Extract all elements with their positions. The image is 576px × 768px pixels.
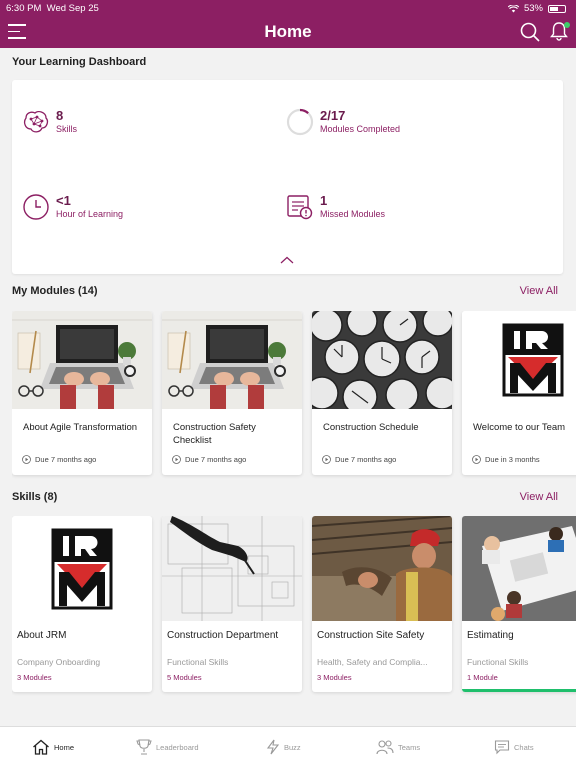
tab-teams-label: Teams xyxy=(398,742,421,752)
trophy-icon xyxy=(136,739,152,755)
dashboard-title: Your Learning Dashboard xyxy=(12,56,147,68)
tab-home[interactable]: Home xyxy=(32,739,74,755)
bottom-tab-bar: Home Leaderboard Buzz Teams Chats xyxy=(0,726,576,768)
skill-thumbnail xyxy=(12,516,152,621)
app-header: 6:30 PM Wed Sep 25 53% Home xyxy=(0,0,576,48)
module-due: Due 7 months ago xyxy=(22,455,96,464)
play-circle-icon xyxy=(472,455,481,464)
search-icon[interactable] xyxy=(520,22,540,42)
brain-icon xyxy=(24,111,49,133)
play-circle-icon xyxy=(22,455,31,464)
skill-module-count: 1 Module xyxy=(467,673,498,682)
stat-hours[interactable]: <1 Hour of Learning xyxy=(22,193,123,221)
skills-row: About JRM Company Onboarding 3 Modules C… xyxy=(12,516,576,696)
skill-thumbnail xyxy=(462,516,576,621)
modules-section-title: My Modules (14) xyxy=(12,285,98,297)
module-due: Due 7 months ago xyxy=(172,455,246,464)
modules-completed-label: Modules Completed xyxy=(320,124,401,134)
modules-completed-count: 2/17 xyxy=(320,108,346,123)
skill-progress-bar xyxy=(462,689,576,692)
missed-doc-icon xyxy=(287,195,313,220)
skill-card[interactable]: Construction Site Safety Health, Safety … xyxy=(312,516,452,692)
tab-buzz[interactable]: Buzz xyxy=(266,739,301,755)
page-title: Home xyxy=(264,22,312,41)
missed-modules-count: 1 xyxy=(320,193,328,208)
skills-count: 8 xyxy=(56,108,64,123)
status-time-date: 6:30 PM Wed Sep 25 xyxy=(6,3,99,14)
module-thumbnail xyxy=(462,311,576,409)
missed-modules-label: Missed Modules xyxy=(320,209,386,219)
skill-card[interactable]: Estimating Functional Skills 1 Module xyxy=(462,516,576,692)
clock-icon xyxy=(23,194,49,220)
tab-home-label: Home xyxy=(54,742,75,752)
module-card[interactable]: About Agile Transformation Due 7 months … xyxy=(12,311,152,475)
skill-card[interactable]: Construction Department Functional Skill… xyxy=(162,516,302,692)
battery-percent: 53% xyxy=(523,3,543,14)
chevron-up-icon[interactable] xyxy=(280,256,294,264)
stat-missed-modules[interactable]: 1 Missed Modules xyxy=(286,193,385,221)
module-thumbnail xyxy=(162,311,302,409)
skill-category: Functional Skills xyxy=(167,657,229,667)
module-thumbnail xyxy=(12,311,152,409)
skill-category: Health, Safety and Complia... xyxy=(317,657,428,667)
modules-row: About Agile Transformation Due 7 months … xyxy=(12,311,576,481)
skill-category: Company Onboarding xyxy=(17,657,101,667)
wifi-icon xyxy=(507,4,519,12)
module-title: Construction Schedule xyxy=(323,422,419,433)
skill-thumbnail xyxy=(312,516,452,621)
chat-icon xyxy=(494,740,510,755)
skill-title: Construction Department xyxy=(167,630,279,641)
skill-thumbnail xyxy=(162,516,302,621)
home-icon xyxy=(33,739,49,755)
module-title: Welcome to our Team xyxy=(473,422,566,433)
skill-title: Construction Site Safety xyxy=(317,630,425,641)
status-bar: 6:30 PM Wed Sep 25 53% xyxy=(0,0,576,16)
tab-chats[interactable]: Chats xyxy=(494,739,534,755)
tab-leaderboard-label: Leaderboard xyxy=(156,742,199,752)
module-due: Due 7 months ago xyxy=(322,455,396,464)
play-circle-icon xyxy=(322,455,331,464)
skill-module-count: 5 Modules xyxy=(167,673,202,682)
module-title: About Agile Transformation xyxy=(23,422,138,433)
learning-dashboard-card: 8 Skills 2/17 Modules Completed <1 Hour of … xyxy=(12,80,563,274)
hours-label: Hour of Learning xyxy=(56,209,124,219)
skill-module-count: 3 Modules xyxy=(17,673,52,682)
jrm-logo xyxy=(12,516,152,621)
skill-module-count: 3 Modules xyxy=(317,673,352,682)
skill-title: Estimating xyxy=(467,630,514,641)
people-icon xyxy=(376,740,394,755)
skills-section-title: Skills (8) xyxy=(12,491,58,503)
lightning-icon xyxy=(266,739,280,755)
module-due-text: Due 7 months ago xyxy=(35,455,97,464)
status-indicators: 53% xyxy=(507,3,566,14)
skill-card[interactable]: About JRM Company Onboarding 3 Modules xyxy=(12,516,152,692)
tab-chats-label: Chats xyxy=(514,742,534,752)
skills-view-all-link[interactable]: View All xyxy=(520,491,558,503)
module-due-text: Due in 3 months xyxy=(485,455,540,464)
module-card[interactable]: Construction Schedule Due 7 months ago xyxy=(312,311,452,475)
module-due-text: Due 7 months ago xyxy=(185,455,247,464)
progress-ring-icon xyxy=(286,108,314,136)
module-due: Due in 3 months xyxy=(472,455,540,464)
stat-skills[interactable]: 8 Skills xyxy=(22,108,77,136)
jrm-logo xyxy=(462,311,576,409)
battery-icon xyxy=(548,4,566,13)
module-card[interactable]: Construction Safety Checklist Due 7 mont… xyxy=(162,311,302,475)
modules-view-all-link[interactable]: View All xyxy=(520,285,558,297)
skill-title: About JRM xyxy=(17,630,67,641)
tab-buzz-label: Buzz xyxy=(284,742,301,752)
play-circle-icon xyxy=(172,455,181,464)
tab-leaderboard[interactable]: Leaderboard xyxy=(136,739,199,755)
tab-teams[interactable]: Teams xyxy=(376,739,420,755)
skill-category: Functional Skills xyxy=(467,657,529,667)
stat-modules-completed[interactable]: 2/17 Modules Completed xyxy=(286,108,400,136)
notification-dot xyxy=(564,22,570,28)
module-thumbnail xyxy=(312,311,452,409)
hours-value: <1 xyxy=(56,193,71,208)
module-card[interactable]: Welcome to our Team Due in 3 months xyxy=(462,311,576,475)
module-title: Construction Safety Checklist xyxy=(173,422,256,446)
skills-label: Skills xyxy=(56,124,78,134)
module-due-text: Due 7 months ago xyxy=(335,455,397,464)
